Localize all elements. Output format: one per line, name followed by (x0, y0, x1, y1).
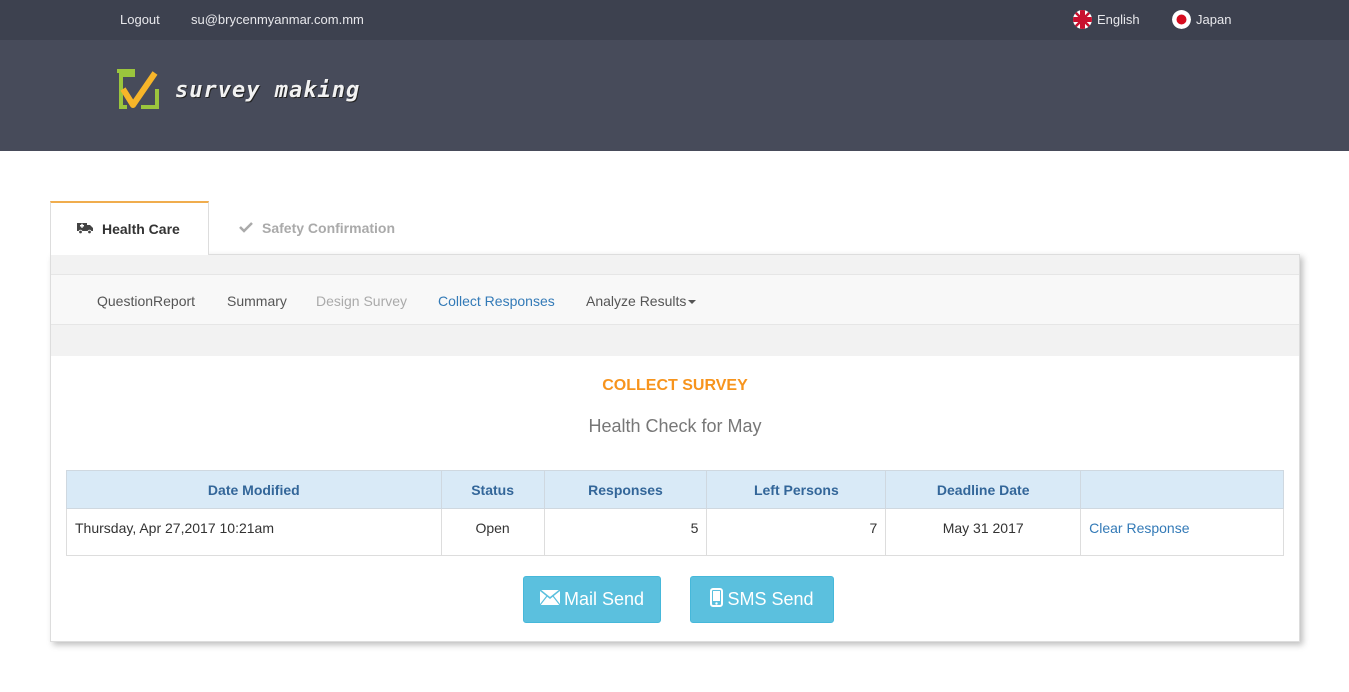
nav-collect-responses[interactable]: Collect Responses (438, 293, 555, 309)
collect-survey-title: COLLECT SURVEY (602, 377, 748, 394)
nav-summary[interactable]: Summary (227, 293, 287, 309)
cell-responses: 5 (543, 508, 708, 556)
survey-category-tabs: Health Care Safety Confirmation (50, 201, 1300, 255)
nav-design-survey[interactable]: Design Survey (316, 293, 407, 309)
header-deadline-date: Deadline Date (885, 470, 1082, 509)
responses-table: Date Modified Status Responses Left Pers… (66, 470, 1284, 556)
japan-flag-icon (1172, 10, 1191, 29)
language-japan-label: Japan (1196, 12, 1232, 27)
mail-send-label: Mail Send (563, 589, 645, 609)
tab-safety-confirmation-label: Safety Confirmation (262, 220, 396, 236)
tab-health-care-label: Health Care (102, 221, 180, 237)
ambulance-icon (77, 221, 93, 237)
status-badge: Open (440, 508, 545, 556)
header-action (1080, 470, 1284, 509)
survey-name: Health Check for May (588, 416, 762, 436)
tab-safety-confirmation[interactable]: Safety Confirmation (213, 201, 421, 255)
survey-making-logo[interactable]: survey making (113, 69, 360, 111)
logout-link[interactable]: Logout (120, 12, 160, 27)
nav-analyze-results-label: Analyze Results (586, 293, 687, 309)
sms-send-button[interactable]: SMS Send (690, 576, 834, 623)
header-date-modified: Date Modified (66, 470, 442, 509)
caret-down-icon (688, 300, 697, 305)
site-header: survey making (0, 40, 1349, 151)
table-row: Thursday, Apr 27,2017 10:21am Open 5 7 M… (66, 508, 1284, 556)
cell-action: Clear Response (1080, 508, 1284, 556)
check-icon (239, 220, 253, 236)
header-status: Status (440, 470, 545, 509)
logo-check-icon (117, 69, 159, 109)
language-japan-link[interactable]: Japan (1172, 10, 1231, 29)
envelope-icon (539, 589, 561, 610)
tab-health-care[interactable]: Health Care (50, 201, 209, 255)
language-english-label: English (1097, 12, 1140, 27)
cell-deadline-date: May 31 2017 (885, 508, 1082, 556)
mail-send-button[interactable]: Mail Send (523, 576, 661, 623)
survey-subnav: QuestionReport Summary Design Survey Col… (51, 274, 1299, 325)
cell-date-modified: Thursday, Apr 27,2017 10:21am (66, 508, 442, 556)
header-left-persons: Left Persons (706, 470, 887, 509)
clear-response-link[interactable]: Clear Response (1089, 520, 1189, 536)
panel-top-band (51, 255, 1299, 275)
logo-text: survey making (175, 77, 361, 103)
cell-left-persons: 7 (706, 508, 887, 556)
survey-panel: QuestionReport Summary Design Survey Col… (50, 254, 1300, 642)
user-email: su@brycenmyanmar.com.mm (191, 12, 364, 27)
panel-mid-band (51, 325, 1299, 356)
uk-flag-icon (1073, 10, 1092, 29)
table-header-row: Date Modified Status Responses Left Pers… (66, 470, 1284, 509)
nav-question-report[interactable]: QuestionReport (97, 293, 195, 309)
header-responses: Responses (543, 470, 708, 509)
nav-analyze-results[interactable]: Analyze Results (586, 293, 697, 309)
sms-send-label: SMS Send (727, 589, 814, 609)
top-bar: Logout su@brycenmyanmar.com.mm English J… (0, 0, 1349, 40)
phone-icon (710, 587, 724, 612)
language-english-link[interactable]: English (1073, 10, 1140, 29)
